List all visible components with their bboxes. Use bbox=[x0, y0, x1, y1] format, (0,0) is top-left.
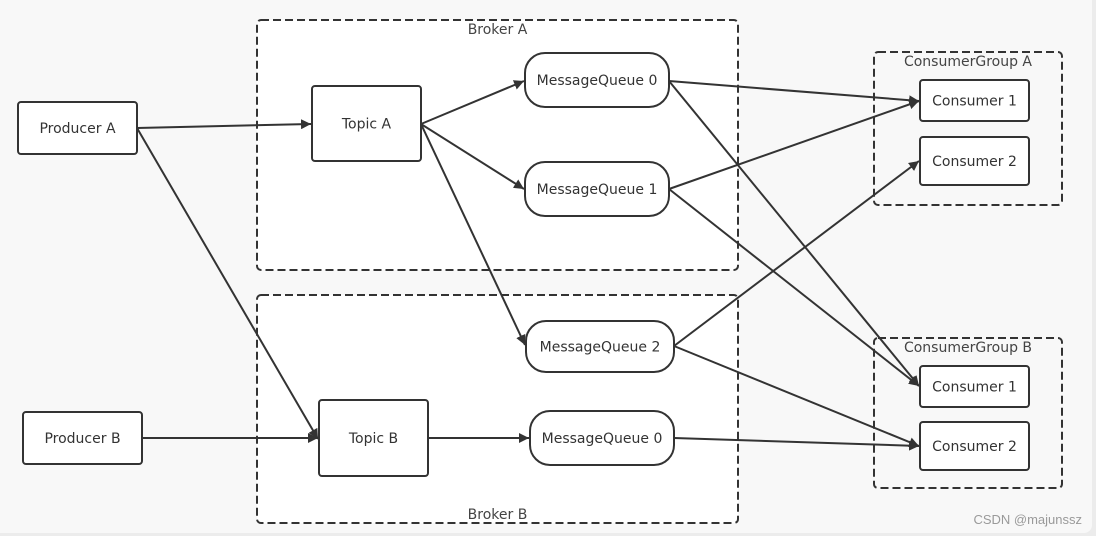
node-producerB[interactable]: Producer B bbox=[22, 411, 143, 465]
node-label: Producer B bbox=[44, 431, 120, 447]
node-label: MessageQueue 2 bbox=[540, 340, 661, 356]
group-label: ConsumerGroup A bbox=[904, 54, 1032, 70]
node-label: Topic B bbox=[348, 431, 398, 447]
node-mqB2[interactable]: MessageQueue 2 bbox=[525, 320, 675, 373]
diagram: Broker A Broker B ConsumerGroup A ConsumerG… bbox=[17, 19, 1082, 527]
node-mqB0[interactable]: MessageQueue 0 bbox=[529, 410, 675, 466]
node-cgA2[interactable]: Consumer 2 bbox=[919, 136, 1030, 186]
watermark: CSDN @majunssz bbox=[973, 512, 1082, 527]
node-producerA[interactable]: Producer A bbox=[17, 101, 138, 155]
group-label: ConsumerGroup B bbox=[904, 340, 1032, 356]
node-label: Producer A bbox=[39, 121, 115, 137]
node-cgB1[interactable]: Consumer 1 bbox=[919, 365, 1030, 408]
node-topicB[interactable]: Topic B bbox=[318, 399, 429, 477]
node-label: MessageQueue 0 bbox=[542, 431, 663, 447]
node-cgB2[interactable]: Consumer 2 bbox=[919, 421, 1030, 471]
node-label: MessageQueue 0 bbox=[537, 73, 658, 89]
node-label: Consumer 2 bbox=[932, 154, 1017, 170]
group-label: Broker A bbox=[468, 22, 528, 38]
node-label: Consumer 2 bbox=[932, 439, 1017, 455]
group-label: Broker B bbox=[468, 507, 528, 523]
node-label: MessageQueue 1 bbox=[537, 182, 658, 198]
node-label: Topic A bbox=[341, 117, 392, 133]
node-topicA[interactable]: Topic A bbox=[311, 85, 422, 162]
node-label: Consumer 1 bbox=[932, 94, 1017, 110]
node-mqA0[interactable]: MessageQueue 0 bbox=[524, 52, 670, 108]
node-mqA1[interactable]: MessageQueue 1 bbox=[524, 161, 670, 217]
node-cgA1[interactable]: Consumer 1 bbox=[919, 79, 1030, 122]
node-label: Consumer 1 bbox=[932, 380, 1017, 396]
